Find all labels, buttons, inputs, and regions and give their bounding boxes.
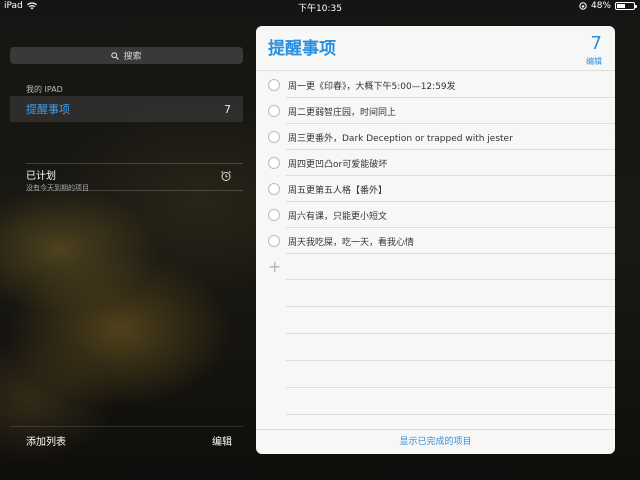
- sidebar-footer-divider: [10, 426, 243, 427]
- scheduled-title: 已计划: [26, 171, 56, 182]
- status-time: 下午10:35: [298, 4, 342, 14]
- empty-line: [256, 334, 615, 361]
- page-title: 提醒事项: [268, 39, 336, 59]
- add-reminder-row[interactable]: +: [256, 254, 615, 280]
- panel-footer-divider: [256, 429, 615, 430]
- plus-icon[interactable]: +: [268, 259, 281, 275]
- list-item[interactable]: 周六有课，只能更小短文: [256, 202, 615, 228]
- sidebar-item-label: 提醒事项: [26, 103, 70, 116]
- reminder-text[interactable]: 周四更凹凸or可爱能破坏: [288, 157, 387, 170]
- checkbox-circle-icon[interactable]: [268, 79, 280, 91]
- list-item[interactable]: 周三更番外，Dark Deception or trapped with jes…: [256, 124, 615, 150]
- empty-line: [256, 361, 615, 388]
- list-item[interactable]: 周一更《印春》，大概下午5:00—12:59发: [256, 72, 615, 98]
- reminder-text[interactable]: 周二更弱智庄园，时间同上: [288, 105, 396, 118]
- alarm-clock-icon: [221, 171, 231, 181]
- reminder-text[interactable]: 周五更第五人格【番外】: [288, 183, 387, 196]
- list-item[interactable]: 周五更第五人格【番外】: [256, 176, 615, 202]
- list-item[interactable]: 周二更弱智庄园，时间同上: [256, 98, 615, 124]
- battery-icon: [615, 2, 637, 10]
- empty-line: [256, 280, 615, 307]
- reminder-count: 7: [590, 33, 602, 54]
- list-item[interactable]: 周四更凹凸or可爱能破坏: [256, 150, 615, 176]
- battery-percent: 48%: [590, 1, 611, 11]
- battery-fill: [617, 4, 625, 8]
- reminder-text[interactable]: 周六有课，只能更小短文: [288, 209, 387, 222]
- search-placeholder: 搜索: [123, 52, 142, 62]
- list-item[interactable]: 周天我吃屎，吃一天，看我心情: [256, 228, 615, 254]
- scheduled-subtitle: 没有今天到期的项目: [26, 184, 89, 192]
- sidebar-item-reminders[interactable]: 提醒事项 7: [10, 96, 243, 122]
- add-list-button[interactable]: 添加列表: [26, 433, 66, 448]
- checkbox-circle-icon[interactable]: [268, 157, 280, 169]
- sidebar-edit-button[interactable]: 编辑: [212, 433, 232, 448]
- sidebar-item-count: 7: [224, 102, 231, 116]
- reminders-panel: 提醒事项 7 编辑 周一更《印春》，大概下午5:00—12:59发 周二更弱智庄…: [256, 26, 615, 454]
- show-completed-button[interactable]: 显示已完成的项目: [256, 434, 615, 447]
- status-bar: iPad 下午10:35 48%: [0, 0, 640, 14]
- divider: [26, 163, 243, 164]
- search-bar[interactable]: 搜索: [10, 47, 243, 64]
- checkbox-circle-icon[interactable]: [268, 183, 280, 195]
- checkbox-circle-icon[interactable]: [268, 209, 280, 221]
- empty-line: [256, 388, 615, 415]
- section-header-my-ipad: 我的 IPAD: [26, 85, 63, 94]
- search-icon: [111, 51, 120, 60]
- reminder-text[interactable]: 周三更番外，Dark Deception or trapped with jes…: [288, 131, 513, 144]
- sidebar-footer: 添加列表 编辑: [26, 433, 232, 448]
- panel-edit-button[interactable]: 编辑: [586, 56, 602, 67]
- rotation-lock-icon: [579, 2, 587, 10]
- checkbox-circle-icon[interactable]: [268, 131, 280, 143]
- header-divider: [256, 70, 615, 71]
- divider: [26, 190, 243, 191]
- reminder-text[interactable]: 周一更《印春》，大概下午5:00—12:59发: [288, 79, 456, 92]
- checkbox-circle-icon[interactable]: [268, 105, 280, 117]
- checkbox-circle-icon[interactable]: [268, 235, 280, 247]
- reminder-list: 周一更《印春》，大概下午5:00—12:59发 周二更弱智庄园，时间同上 周三更…: [256, 72, 615, 415]
- empty-line: [256, 307, 615, 334]
- reminder-text[interactable]: 周天我吃屎，吃一天，看我心情: [288, 235, 414, 248]
